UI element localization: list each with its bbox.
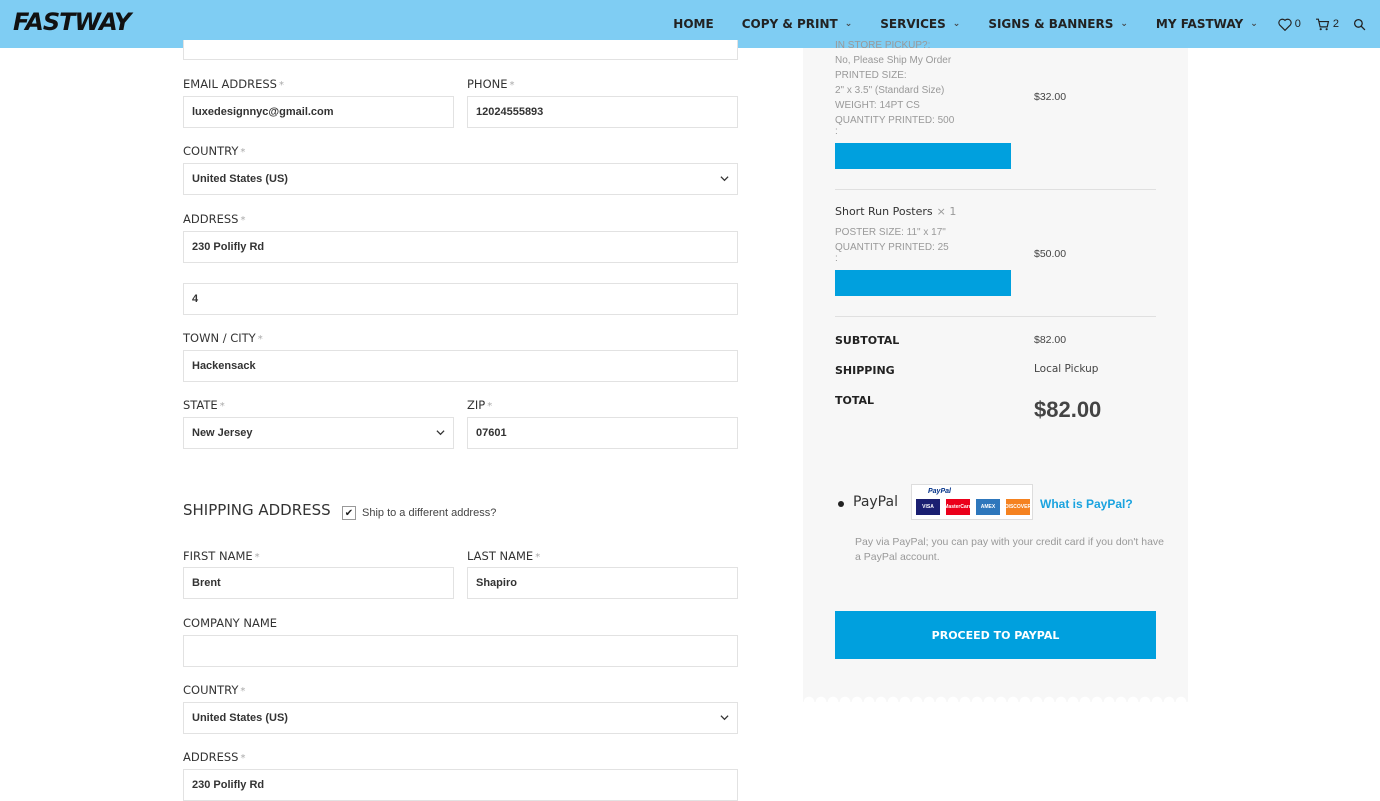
item2-meta: POSTER SIZE: 11" x 17" QUANTITY PRINTED:… (835, 227, 949, 264)
what-is-paypal-link[interactable]: What is PayPal? (1040, 497, 1133, 511)
nav-home[interactable]: HOME (673, 17, 713, 31)
order-summary: IN STORE PICKUP?: No, Please Ship My Ord… (803, 40, 1188, 698)
first-name-label: FIRST NAME * (183, 549, 260, 563)
item1-meta: IN STORE PICKUP?: No, Please Ship My Ord… (835, 40, 955, 137)
shipping-value: Local Pickup (1034, 363, 1099, 375)
chevron-down-icon: ⌄ (1120, 19, 1128, 29)
chevron-down-icon (720, 715, 729, 721)
nav-services-label: SERVICES (880, 17, 946, 31)
shipping-country-label: COUNTRY * (183, 683, 246, 697)
city-field[interactable]: Hackensack (183, 350, 738, 382)
paypal-description: Pay via PayPal; you can pay with your cr… (855, 536, 1165, 563)
summary-zigzag-edge (803, 694, 1188, 702)
item1-price: $32.00 (1034, 91, 1067, 103)
address-label: ADDRESS * (183, 212, 246, 226)
chevron-down-icon (436, 430, 445, 436)
paypal-cards-logo: PayPal VISA MasterCard AMEX DISCOVER (911, 484, 1033, 520)
cart-count: 2 (1332, 18, 1339, 30)
last-name-field[interactable]: Shapiro (467, 567, 738, 599)
main-nav: HOME COPY & PRINT ⌄ SERVICES ⌄ SIGNS & BAN… (673, 0, 1380, 48)
city-label: TOWN / CITY * (183, 331, 263, 345)
divider (835, 189, 1156, 190)
cart-icon (1315, 18, 1330, 30)
visa-card-icon: VISA (916, 499, 940, 515)
zip-field[interactable]: 07601 (467, 417, 738, 449)
state-label: STATE * (183, 398, 225, 412)
state-value: New Jersey (192, 427, 253, 439)
search-button[interactable] (1353, 18, 1366, 31)
check-icon: ✔ (344, 507, 354, 519)
search-icon (1353, 18, 1366, 30)
total-label: TOTAL (835, 394, 875, 407)
shipping-country-value: United States (US) (192, 712, 288, 724)
company-field[interactable] (183, 635, 738, 667)
shipping-label: SHIPPING (835, 364, 895, 377)
phone-label: PHONE * (467, 77, 515, 91)
first-name-field[interactable]: Brent (183, 567, 454, 599)
previous-field[interactable] (183, 40, 738, 60)
chevron-down-icon: ⌄ (844, 19, 853, 29)
fastway-logo[interactable]: FASTWAY (13, 8, 131, 36)
address-field[interactable]: 230 Polifly Rd (183, 231, 738, 263)
ship-different-label: Ship to a different address? (362, 507, 497, 519)
last-name-label: LAST NAME * (467, 549, 541, 563)
state-select[interactable]: New Jersey (183, 417, 454, 449)
proceed-to-paypal-button[interactable]: PROCEED TO PAYPAL (835, 611, 1156, 659)
nav-my-fastway-label: MY FASTWAY (1155, 17, 1244, 31)
paypal-radio[interactable] (838, 501, 844, 507)
discover-card-icon: DISCOVER (1005, 499, 1031, 515)
item2-name: Short Run Posters × 1 (835, 205, 957, 218)
email-field[interactable]: luxedesignnyc@gmail.com (183, 96, 454, 128)
nav-home-label: HOME (673, 17, 714, 31)
ship-different-toggle[interactable]: ✔ Ship to a different address? (342, 506, 496, 520)
amex-card-icon: AMEX (976, 499, 1000, 515)
ship-different-checkbox[interactable]: ✔ (342, 506, 356, 520)
chevron-down-icon (720, 176, 729, 182)
shipping-address-field[interactable]: 230 Polifly Rd (183, 769, 738, 801)
nav-signs-banners-label: SIGNS & BANNERS (988, 17, 1114, 31)
item2-action-bar[interactable] (835, 270, 1011, 296)
heart-icon (1278, 18, 1292, 31)
chevron-down-icon: ⌄ (952, 19, 961, 29)
item1-action-bar[interactable] (835, 143, 1011, 169)
nav-signs-banners[interactable]: SIGNS & BANNERS ⌄ (988, 17, 1128, 31)
item2-price: $50.00 (1034, 248, 1067, 260)
subtotal-label: SUBTOTAL (835, 334, 900, 347)
wishlist-count: 0 (1294, 18, 1301, 30)
chevron-down-icon: ⌄ (1250, 19, 1258, 29)
country-value: United States (US) (192, 173, 288, 185)
paypal-logo-text: PayPal (928, 488, 951, 495)
divider (835, 316, 1156, 317)
total-value: $82.00 (1034, 397, 1102, 422)
email-label: EMAIL ADDRESS * (183, 77, 284, 91)
zip-label: ZIP * (467, 398, 493, 412)
cart-button[interactable]: 2 (1315, 18, 1339, 31)
shipping-address-title: SHIPPING ADDRESS (183, 501, 331, 519)
nav-my-fastway[interactable]: MY FASTWAY ⌄ (1156, 17, 1258, 31)
country-select[interactable]: United States (US) (183, 163, 738, 195)
country-label: COUNTRY * (183, 144, 246, 158)
shipping-country-select[interactable]: United States (US) (183, 702, 738, 734)
shipping-address-label: ADDRESS * (183, 750, 246, 764)
company-label: COMPANY NAME (183, 616, 278, 630)
paypal-label[interactable]: PayPal (853, 494, 898, 510)
wishlist-button[interactable]: 0 (1278, 18, 1301, 31)
nav-copy-print[interactable]: COPY & PRINT ⌄ (742, 17, 853, 31)
mastercard-icon: MasterCard (944, 499, 972, 515)
nav-copy-print-label: COPY & PRINT (741, 17, 838, 31)
subtotal-value: $82.00 (1034, 334, 1067, 346)
address2-field[interactable]: 4 (183, 283, 738, 315)
nav-services[interactable]: SERVICES ⌄ (880, 17, 960, 31)
phone-field[interactable]: 12024555893 (467, 96, 738, 128)
